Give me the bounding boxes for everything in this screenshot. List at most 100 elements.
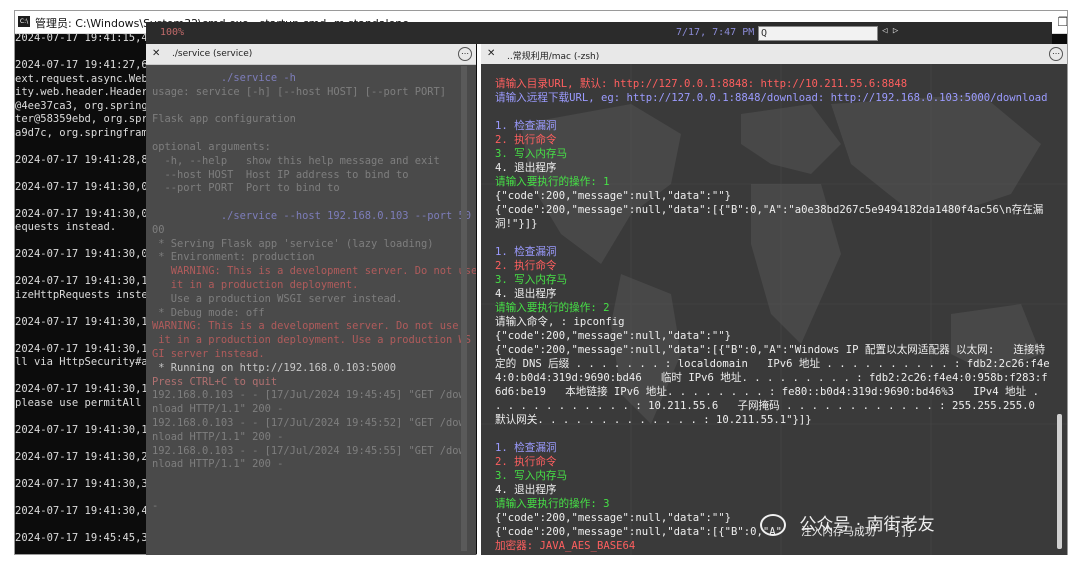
log-line: please use permitAll v <box>15 396 155 409</box>
output-line: 1. 检查漏洞 <box>495 246 557 258</box>
output-line: 2. 执行命令 <box>495 260 557 272</box>
output-line: {"code":200,"message":null,"data":[{"B":… <box>495 204 1044 230</box>
log-line: 2024-07-17 19:41:30,10 <box>15 342 155 355</box>
output-line: {"code":200,"message":null,"data":[{"B":… <box>495 344 1054 426</box>
log-line: ter@58359ebd, org.spri <box>15 113 155 125</box>
output-line: 00 <box>152 223 165 236</box>
output-line: WARNING: This is a development server. D… <box>152 265 476 278</box>
log-line: 2024-07-17 19:41:30,41 <box>15 504 155 517</box>
output-line: 3. 写入内存马 <box>495 470 568 482</box>
output-line: * Serving Flask app 'service' (lazy load… <box>152 237 434 250</box>
close-icon[interactable]: ✕ <box>487 48 495 59</box>
watermark-text: 公众号 · 南街老友 <box>799 515 935 535</box>
output-line: --port PORT Port to bind to <box>152 182 340 195</box>
output-line: 请输入命令, : ipconfig <box>495 316 625 328</box>
output-line: 4. 退出程序 <box>495 162 557 174</box>
log-line: 2024-07-17 19:41:30,10 <box>15 315 155 328</box>
scrollbar[interactable] <box>1057 414 1062 549</box>
output-line: 192.168.0.103 - - [17/Jul/2024 19:45:55]… <box>152 444 465 457</box>
output-line: usage: service [-h] [--host HOST] [--por… <box>152 85 447 98</box>
output-line: 3. 写入内存马 <box>495 274 568 286</box>
output-line: 192.168.0.103 - - [17/Jul/2024 19:45:45]… <box>152 389 465 402</box>
output-line: WARNING: This is a development server. D… <box>152 320 459 333</box>
output-line: 请输入远程下载URL, eg: http://127.0.0.1:8848/do… <box>495 92 1048 104</box>
close-icon[interactable]: ✕ <box>152 48 160 59</box>
scrollbar[interactable] <box>461 66 467 551</box>
wechat-icon <box>760 514 786 536</box>
output-line: * Running on http://192.168.0.103:5000 <box>152 361 396 374</box>
output-line: {"code":200,"message":null,"data":""} <box>495 330 731 342</box>
cmd-log-output: 2024-07-17 19:41:15,40 2024-07-17 19:41:2… <box>15 32 160 552</box>
log-line: 2024-07-17 19:41:30,08 <box>15 248 155 260</box>
service-output: ./service -h usage: service [-h] [--host … <box>152 72 476 514</box>
output-line: * Debug mode: off <box>152 306 265 319</box>
output-line: 4. 退出程序 <box>495 288 557 300</box>
output-line: Flask app configuration <box>152 113 296 126</box>
log-line: 2024-07-17 19:45:45,30 <box>15 531 155 544</box>
output-line: ./service --host 192.168.0.103 --port 50 <box>152 209 472 222</box>
more-icon[interactable]: ⋯ <box>458 47 472 61</box>
nav-arrows[interactable]: ◁ ▷ <box>882 26 898 36</box>
output-line: ./service -h <box>152 72 296 84</box>
output-line: nload HTTP/1.1" 200 - <box>152 430 284 443</box>
log-line: 2024-07-17 19:41:28,84 <box>15 153 155 166</box>
wechat-watermark: 公众号 · 南街老友 <box>760 510 935 538</box>
terminal-pane-service[interactable]: ✕ ./service (service) ⋯ ./service -h usag… <box>146 44 476 555</box>
output-line: optional arguments: <box>152 140 271 153</box>
log-line: 2024-07-17 19:41:30,28 <box>15 450 155 463</box>
tab-service[interactable]: ✕ ./service (service) ⋯ <box>146 44 476 65</box>
output-line: Press CTRL+C to quit <box>152 375 278 388</box>
output-line: {"code":200,"message":null,"data":""} <box>495 190 731 202</box>
output-line: 4. 退出程序 <box>495 484 557 496</box>
log-line: ll via HttpSecurity#au <box>15 356 155 368</box>
terminal-pane-zsh[interactable]: ✕ ..常规利用/mac (-zsh) ⋯ 请输入目录URL, 默认: http… <box>481 44 1067 555</box>
log-line: 2024-07-17 19:41:30,10 <box>15 423 155 436</box>
log-line: equests instead. <box>15 221 117 233</box>
output-line: GI server instead. <box>152 347 265 360</box>
output-line: 1. 检查漏洞 <box>495 120 557 132</box>
output-line: Use a production WSGI server instead. <box>152 292 403 305</box>
overlay-toolbar: 100% 7/17, 7:47 PM Q ◁ ▷ <box>146 22 1052 44</box>
log-line: 2024-07-17 19:41:30,08 <box>15 207 155 220</box>
output-line: -h, --help show this help message and ex… <box>152 154 440 167</box>
cmd-app-icon: C:\ <box>18 16 30 27</box>
tab-title: ..常规利用/mac (-zsh) <box>507 52 600 62</box>
output-line: 3. 写入内存马 <box>495 148 568 160</box>
output-line: --host HOST Host IP address to bind to <box>152 168 409 181</box>
search-field[interactable]: Q <box>758 26 878 41</box>
output-line: it in a production deployment. Use a pro… <box>152 334 472 347</box>
log-line: 2024-07-17 19:41:30,10 <box>15 383 155 395</box>
zsh-output: 请输入目录URL, 默认: http://127.0.0.1:8848: htt… <box>495 77 1050 553</box>
log-line: ity.web.header.HeaderW <box>15 86 155 98</box>
tab-zsh[interactable]: ✕ ..常规利用/mac (-zsh) ⋯ <box>481 44 1067 65</box>
log-line: ext.request.async.WebA <box>15 72 155 85</box>
output-line: 请输入要执行的操作: 2 <box>495 302 610 314</box>
output-line: 请输入目录URL, 默认: http://127.0.0.1:8848: htt… <box>495 78 908 90</box>
maximize-button[interactable]: ❐ <box>1050 13 1067 31</box>
clock-readout: 7/17, 7:47 PM <box>676 27 755 38</box>
zoom-level: 100% <box>160 27 185 38</box>
more-icon[interactable]: ⋯ <box>1049 47 1063 61</box>
log-line: 2024-07-17 19:41:30,02 <box>15 180 155 193</box>
